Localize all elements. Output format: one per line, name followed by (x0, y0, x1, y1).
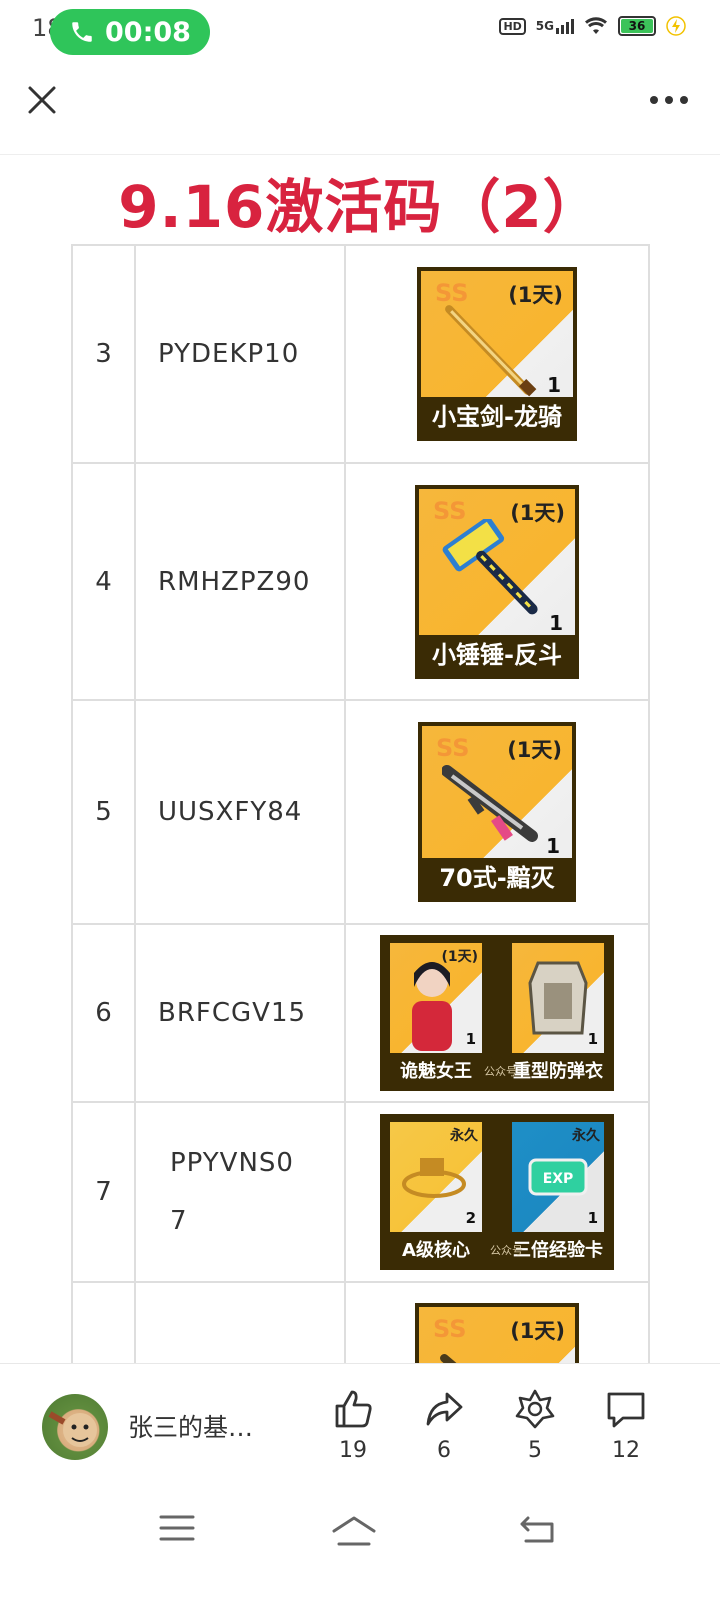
hammer-icon (442, 518, 538, 614)
article-header (0, 60, 720, 155)
like-button[interactable]: 19 (323, 1388, 383, 1463)
row-number: 5 (71, 699, 136, 925)
reward-image: SS (1天) 1 70式-黯灭 (344, 699, 650, 925)
reward-card-pair: (1天) 1 诡魅女王 公众号 1 重型防弹衣 (380, 935, 614, 1091)
item-name: 小锤锤-反斗 (419, 634, 575, 675)
reward-card-pair: 永久 2 A级核心 公众号 永久 EXP 1 三倍经验卡 (380, 1114, 614, 1270)
watermark: 公众号 (490, 1244, 523, 1257)
table-row: 4 RMHZPZ90 SS (1天) 1 小锤锤-反斗 (71, 462, 650, 701)
reward-card: SS (1天) 1 70式-黯灭 (418, 722, 576, 902)
rifle-icon (442, 765, 538, 842)
call-timer: 00:08 (105, 16, 191, 48)
item-count: 1 (587, 1209, 598, 1227)
menu-icon[interactable] (158, 1513, 196, 1543)
system-nav-bar (0, 1473, 720, 1600)
comment-count: 12 (612, 1438, 640, 1463)
reward-card: 永久 EXP 1 (512, 1122, 604, 1232)
table-row: 3 PYDEKP10 SS (1天) 1 小宝剑-龙骑 (71, 244, 650, 464)
reward-card: 永久 2 (390, 1122, 482, 1232)
share-count: 6 (437, 1438, 451, 1463)
item-count: 1 (587, 1030, 598, 1048)
row-number: 3 (71, 244, 136, 464)
item-name: A级核心 (402, 1240, 470, 1261)
favorite-count: 5 (528, 1438, 542, 1463)
activation-code[interactable]: RMHZPZ90 (134, 462, 346, 701)
reward-image: (1天) 1 诡魅女王 公众号 1 重型防弹衣 (344, 923, 650, 1103)
reward-image: SS (1天) 1 小宝剑-龙骑 (344, 244, 650, 464)
activation-code-table: 3 PYDEKP10 SS (1天) 1 小宝剑-龙骑 4 RMHZPZ90 S… (71, 244, 650, 1390)
activation-code[interactable]: UUSXFY84 (134, 699, 346, 925)
network-label: 5G (535, 18, 554, 33)
table-row: 6 BRFCGV15 (1天) 1 诡魅女王 公众号 1 重型防弹衣 (71, 923, 650, 1103)
item-count: 1 (546, 834, 560, 858)
hd-icon: HD (499, 17, 526, 35)
reward-image: 永久 2 A级核心 公众号 永久 EXP 1 三倍经验卡 (344, 1101, 650, 1283)
item-name: 诡魅女王 (400, 1061, 472, 1082)
thumbs-up-icon (335, 1390, 372, 1428)
sword-icon (445, 305, 537, 397)
table-row: 5 UUSXFY84 SS (1天) 1 70式-黯灭 (71, 699, 650, 925)
item-name: 重型防弹衣 (513, 1061, 603, 1082)
battery-icon: 36 (618, 16, 656, 36)
item-count: 1 (549, 610, 563, 635)
reward-card: SS (1天) 1 小宝剑-龙骑 (417, 267, 577, 441)
home-icon[interactable] (330, 1513, 378, 1547)
item-count: 2 (465, 1209, 476, 1227)
reward-card: 1 (512, 943, 604, 1053)
reward-image: SS (1天) 1 小锤锤-反斗 (344, 462, 650, 701)
call-indicator[interactable]: 00:08 (50, 9, 210, 55)
table-row: 7 PPYVNS07 永久 2 A级核心 公众号 永久 EXP 1 三倍经验卡 (71, 1101, 650, 1283)
watermark: 公众号 (484, 1065, 517, 1078)
wifi-icon (585, 17, 607, 34)
comment-button[interactable]: 12 (596, 1388, 656, 1463)
back-icon[interactable] (518, 1513, 558, 1545)
share-button[interactable]: 6 (414, 1388, 474, 1463)
activation-code[interactable]: BRFCGV15 (134, 923, 346, 1103)
signal-icon: 5G (535, 18, 574, 34)
activation-code[interactable]: PPYVNS07 (134, 1101, 346, 1283)
star-outline-icon (515, 1389, 555, 1429)
share-icon (426, 1392, 463, 1426)
item-name: 三倍经验卡 (513, 1240, 603, 1261)
author-avatar[interactable] (42, 1394, 108, 1460)
reward-card: SS (1天) 1 小锤锤-反斗 (415, 484, 579, 679)
item-count: 1 (547, 373, 561, 397)
reward-card: (1天) 1 (390, 943, 482, 1053)
row-number: 7 (71, 1101, 136, 1283)
svg-text:EXP: EXP (543, 1171, 574, 1187)
close-icon[interactable] (22, 80, 62, 120)
interaction-bar: 张三的基… 19 6 5 12 (0, 1363, 720, 1473)
item-name: 70式-黯灭 (422, 858, 572, 898)
status-icons: HD 5G 36 (499, 16, 686, 36)
row-number: 6 (71, 923, 136, 1103)
article-content: 9.16激活码（2） 3 PYDEKP10 SS (1天) 1 小宝剑-龙骑 4… (0, 156, 720, 1390)
item-name: 小宝剑-龙骑 (421, 397, 573, 437)
comment-icon (607, 1392, 645, 1428)
row-number: 4 (71, 462, 136, 701)
activation-code[interactable]: PYDEKP10 (134, 244, 346, 464)
favorite-button[interactable]: 5 (505, 1388, 565, 1463)
author-name[interactable]: 张三的基… (128, 1408, 253, 1444)
item-count: 1 (465, 1030, 476, 1048)
phone-icon (72, 22, 92, 42)
like-count: 19 (339, 1438, 367, 1463)
charging-icon (666, 16, 686, 36)
page-title: 9.16激活码（2） (118, 173, 602, 241)
status-bar: 18:19 00:08 HD 5G 36 (0, 0, 720, 60)
more-options-button[interactable] (650, 96, 688, 104)
